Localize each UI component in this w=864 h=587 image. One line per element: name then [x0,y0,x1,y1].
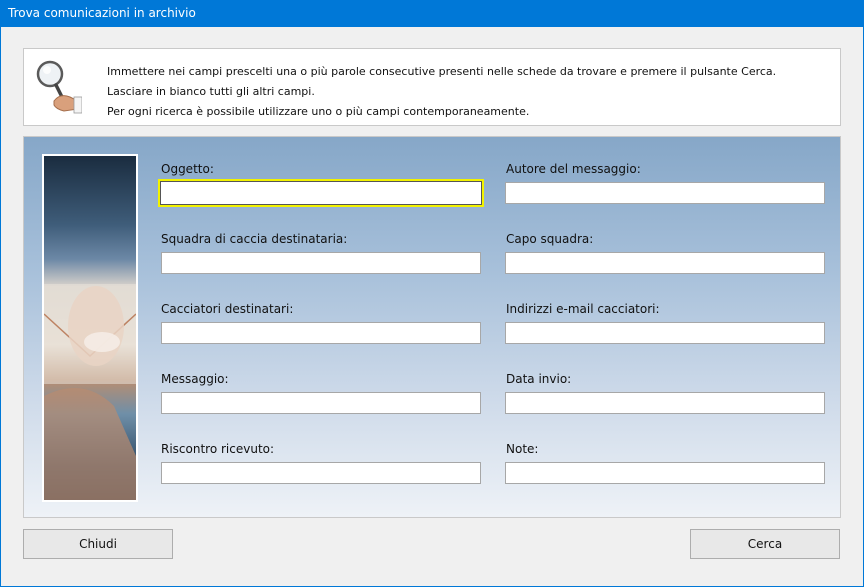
oggetto-input[interactable] [158,179,484,207]
oggetto-label: Oggetto: [161,162,214,176]
autore-label: Autore del messaggio: [506,162,641,176]
magnifier-icon [36,60,82,114]
autore-input[interactable] [505,182,825,204]
title-bar: Trova comunicazioni in archivio [0,0,864,27]
instruction-line: Per ogni ricerca è possibile utilizzare … [107,105,530,118]
squadra-label: Squadra di caccia destinataria: [161,232,348,246]
search-button[interactable]: Cerca [690,529,840,559]
window: Trova comunicazioni in archivio Immetter… [0,0,864,587]
data-invio-label: Data invio: [506,372,572,386]
decorative-photo [42,154,138,502]
instruction-line: Lasciare in bianco tutti gli altri campi… [107,85,315,98]
riscontro-label: Riscontro ricevuto: [161,442,275,456]
envelope-hand-image [44,284,136,500]
cacciatori-input[interactable] [161,322,481,344]
email-label: Indirizzi e-mail cacciatori: [506,302,660,316]
cacciatori-label: Cacciatori destinatari: [161,302,294,316]
squadra-input[interactable] [161,252,481,274]
note-input[interactable] [505,462,825,484]
data-invio-input[interactable] [505,392,825,414]
note-label: Note: [506,442,539,456]
window-title: Trova comunicazioni in archivio [8,6,196,20]
riscontro-input[interactable] [161,462,481,484]
email-input[interactable] [505,322,825,344]
capo-squadra-label: Capo squadra: [506,232,594,246]
dialog-client: Immettere nei campi prescelti una o più … [1,27,863,586]
info-box: Immettere nei campi prescelti una o più … [23,48,841,126]
instructions: Immettere nei campi prescelti una o più … [107,62,776,122]
instruction-line: Immettere nei campi prescelti una o più … [107,65,777,78]
search-panel: Oggetto: Squadra di caccia destinataria:… [23,136,841,518]
messaggio-label: Messaggio: [161,372,229,386]
close-button[interactable]: Chiudi [23,529,173,559]
capo-squadra-input[interactable] [505,252,825,274]
messaggio-input[interactable] [161,392,481,414]
